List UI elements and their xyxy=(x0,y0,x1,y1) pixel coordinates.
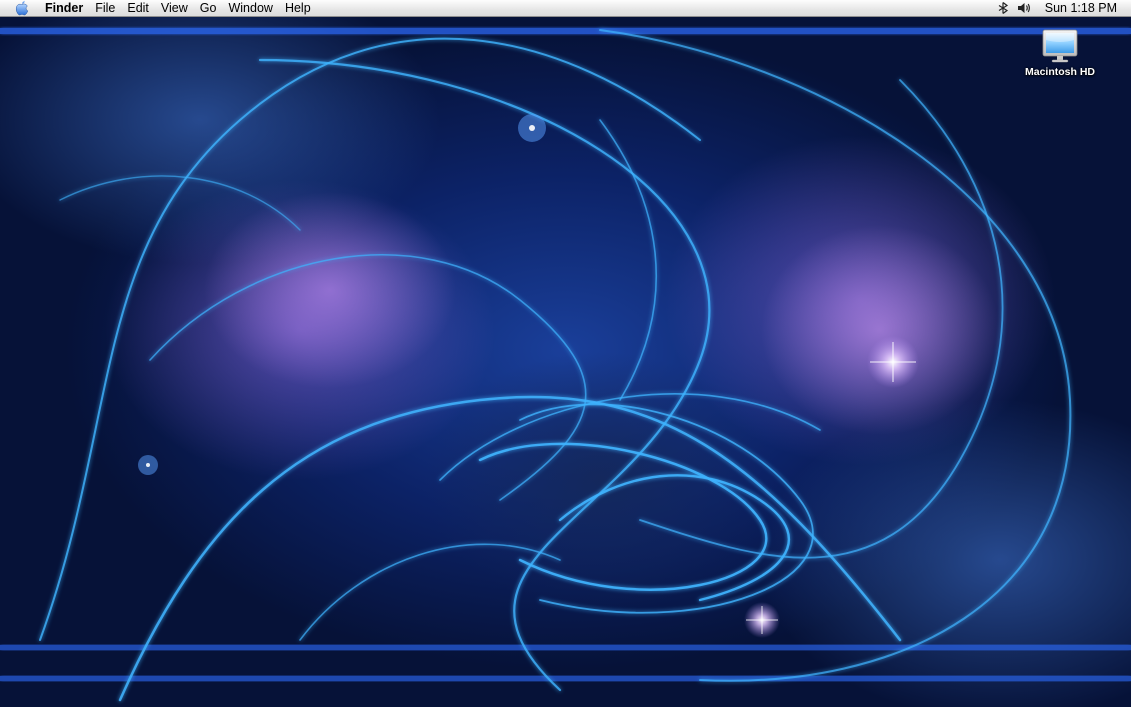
menu-window[interactable]: Window xyxy=(222,0,278,17)
menu-bar: Finder File Edit View Go Window Help Sun… xyxy=(0,0,1131,17)
menu-view[interactable]: View xyxy=(155,0,194,17)
bluetooth-icon[interactable] xyxy=(994,0,1012,17)
desktop-wallpaper xyxy=(0,0,1131,707)
apple-icon[interactable] xyxy=(14,0,30,16)
menu-go[interactable]: Go xyxy=(194,0,223,17)
menu-help[interactable]: Help xyxy=(279,0,317,17)
wallpaper-stars xyxy=(138,114,919,638)
menu-finder[interactable]: Finder xyxy=(43,0,89,17)
menu-edit[interactable]: Edit xyxy=(121,0,155,17)
volume-icon[interactable] xyxy=(1015,0,1033,17)
wallpaper-swirls xyxy=(0,28,1131,702)
menu-clock[interactable]: Sun 1:18 PM xyxy=(1033,0,1131,17)
desktop-icon-label: Macintosh HD xyxy=(1024,66,1095,78)
menu-file[interactable]: File xyxy=(89,0,121,17)
desktop-screen: Finder File Edit View Go Window Help Sun… xyxy=(0,0,1131,707)
menu-extras: Sun 1:18 PM xyxy=(991,0,1131,17)
desktop-icon-macintosh-hd[interactable]: Macintosh HD xyxy=(1022,28,1098,78)
hard-drive-icon xyxy=(1040,28,1080,64)
